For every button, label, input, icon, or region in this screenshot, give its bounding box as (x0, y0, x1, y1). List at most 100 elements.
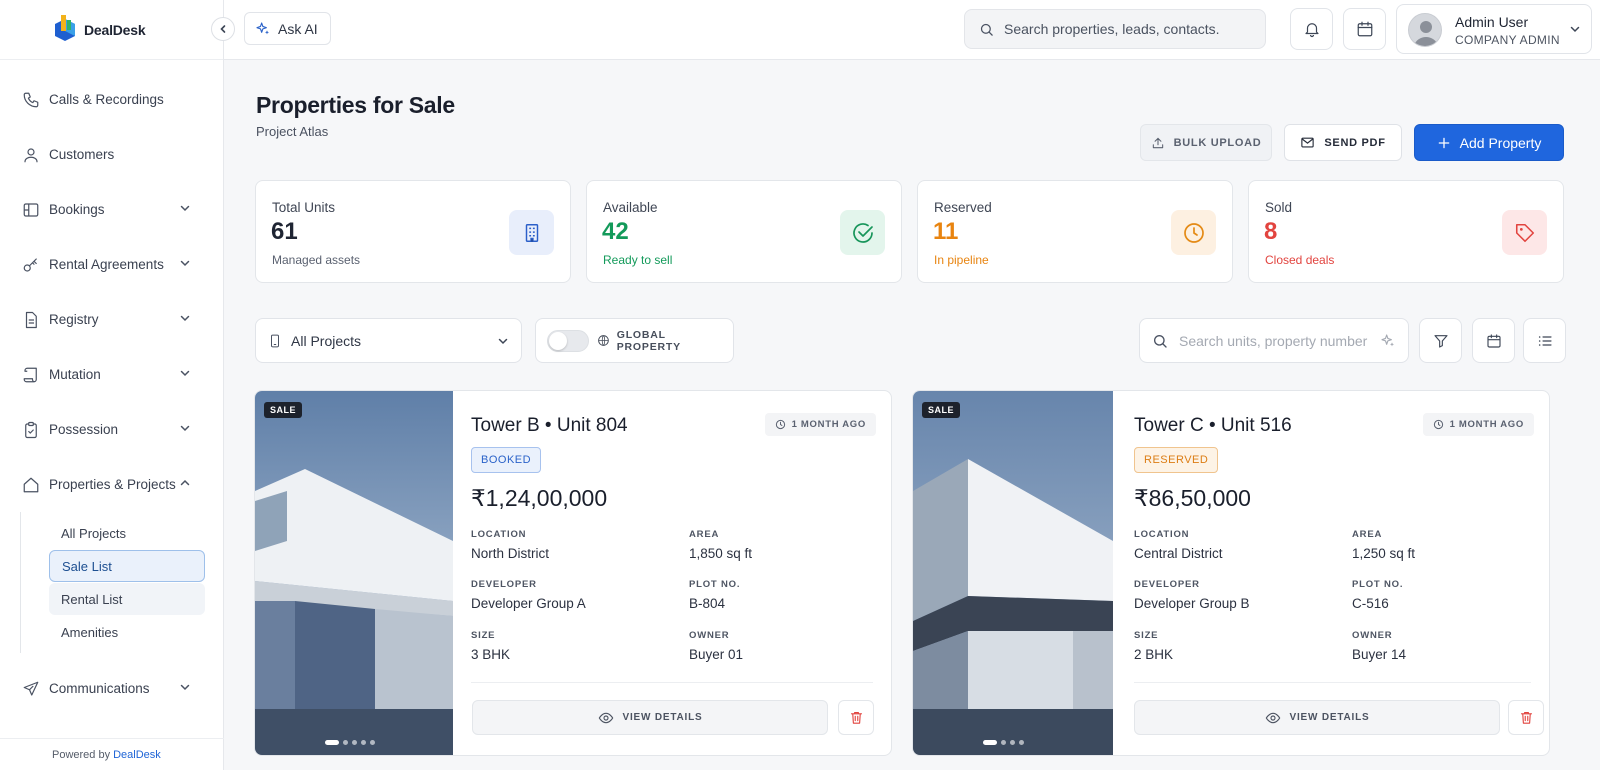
property-price: ₹1,24,00,000 (471, 485, 608, 511)
field-label: AREA (689, 529, 720, 540)
subnav-sale-list[interactable]: Sale List (49, 550, 205, 582)
list-view-button[interactable] (1523, 318, 1566, 363)
footer-brand-link[interactable]: DealDesk (113, 749, 161, 761)
property-image[interactable]: SALE (255, 391, 453, 755)
ask-ai-label: Ask AI (278, 20, 318, 37)
sidebar-item-label: Rental Agreements (49, 257, 164, 272)
properties-subnav: All Projects Sale List Rental List Ameni… (20, 512, 208, 653)
delete-button[interactable] (838, 700, 874, 735)
project-select[interactable]: All Projects (255, 318, 522, 363)
field-label: DEVELOPER (1134, 579, 1200, 590)
brand[interactable]: DealDesk (0, 0, 235, 60)
subnav-amenities[interactable]: Amenities (49, 616, 205, 648)
sidebar-item-registry[interactable]: Registry (0, 292, 223, 347)
stat-note: Managed assets (272, 253, 361, 267)
field-label: PLOT NO. (689, 579, 741, 590)
image-carousel-dots[interactable] (983, 740, 1028, 745)
time-badge: 1 MONTH AGO (1422, 413, 1534, 436)
clipboard-check-icon (25, 421, 37, 438)
global-property-toggle[interactable]: GLOBAL PROPERTY (535, 318, 734, 363)
sidebar-item-communications[interactable]: Communications (0, 661, 223, 716)
key-icon (23, 257, 37, 272)
property-card[interactable]: SALE Tower B • Unit 804 1 MONTH AGO BOOK… (254, 390, 892, 756)
time-text: 1 MONTH AGO (1449, 419, 1524, 430)
unit-search[interactable] (1139, 318, 1409, 363)
sidebar-item-possession[interactable]: Possession (0, 402, 223, 457)
date-filter-button[interactable] (1472, 318, 1515, 363)
stat-label: Available (603, 200, 658, 215)
sidebar-item-bookings[interactable]: Bookings (0, 182, 223, 237)
chevron-down-icon (180, 315, 190, 322)
field-value: Central District (1134, 546, 1223, 561)
filter-button[interactable] (1419, 318, 1462, 363)
sidebar-item-calls[interactable]: Calls & Recordings (0, 72, 223, 127)
sidebar-item-label: Properties & Projects (49, 477, 176, 492)
stat-value: 42 (602, 218, 629, 245)
card-divider (1134, 682, 1531, 683)
bulk-upload-button[interactable]: BULK UPLOAD (1140, 124, 1272, 161)
sparkles-icon[interactable] (1380, 333, 1396, 349)
sidebar-footer: Powered by DealDesk (0, 738, 224, 770)
subnav-rental-list[interactable]: Rental List (49, 583, 205, 615)
stat-card-sold: Sold 8 Closed deals (1248, 180, 1564, 283)
eye-icon (1265, 712, 1280, 723)
stat-card-available: Available 42 Ready to sell (586, 180, 902, 283)
unit-search-input[interactable] (1179, 332, 1379, 349)
field-label: LOCATION (1134, 529, 1190, 540)
property-image[interactable]: SALE (913, 391, 1113, 755)
dealdesk-logo-icon (55, 15, 75, 41)
chevron-down-icon (1570, 26, 1580, 33)
add-property-button[interactable]: Add Property (1414, 124, 1564, 161)
property-title: Tower B • Unit 804 (471, 415, 628, 436)
global-property-label: GLOBAL PROPERTY (616, 328, 681, 353)
ask-ai-button[interactable]: Ask AI (244, 12, 331, 45)
search-icon (1154, 334, 1167, 348)
status-badge: RESERVED (1134, 447, 1219, 473)
field-value: Developer Group B (1134, 596, 1250, 611)
booking-icon (23, 202, 39, 217)
subnav-all-projects[interactable]: All Projects (49, 517, 205, 549)
user-icon (24, 147, 38, 162)
property-card[interactable]: SALE Tower C • Unit 516 1 MONTH AGO RESE… (912, 390, 1550, 756)
global-search[interactable] (964, 9, 1266, 49)
view-details-button[interactable]: VIEW DETAILS (472, 700, 828, 735)
sidebar-item-customers[interactable]: Customers (0, 127, 223, 182)
collapse-sidebar-button[interactable] (211, 17, 235, 41)
user-menu[interactable]: Admin User COMPANY ADMIN (1396, 4, 1592, 54)
image-carousel-dots[interactable] (325, 740, 379, 745)
view-details-button[interactable]: VIEW DETAILS (1134, 700, 1500, 735)
field-value: Buyer 14 (1352, 647, 1407, 662)
building-icon (525, 223, 538, 242)
sidebar-item-label: Communications (49, 681, 150, 696)
delete-button[interactable] (1508, 700, 1544, 735)
sidebar-item-label: Mutation (49, 367, 101, 382)
field-label: SIZE (471, 630, 496, 641)
brand-name: DealDesk (84, 21, 146, 38)
plus-icon (1438, 137, 1449, 148)
user-name: Admin User (1455, 14, 1529, 30)
calendar-icon (1357, 21, 1372, 37)
chevron-down-icon (180, 684, 190, 691)
chevron-down-icon (180, 260, 190, 267)
stat-icon-box (509, 210, 554, 255)
field-value: North District (471, 546, 550, 561)
sidebar-item-properties-projects[interactable]: Properties & Projects (0, 457, 223, 512)
stat-label: Reserved (934, 200, 992, 215)
add-property-label: Add Property (1459, 134, 1542, 151)
notifications-button[interactable] (1290, 8, 1333, 50)
property-price: ₹86,50,000 (1134, 485, 1251, 511)
send-icon (23, 681, 39, 696)
building-photo (913, 391, 1113, 755)
send-pdf-button[interactable]: SEND PDF (1284, 124, 1402, 161)
bulk-upload-label: BULK UPLOAD (1173, 136, 1262, 149)
bell-icon (1304, 23, 1319, 38)
avatar-person-icon (1414, 21, 1438, 46)
calendar-button[interactable] (1343, 8, 1386, 50)
clock-icon (1183, 222, 1204, 243)
upload-icon (1152, 137, 1163, 148)
sidebar-item-mutation[interactable]: Mutation (0, 347, 223, 402)
sidebar-item-rental-agreements[interactable]: Rental Agreements (0, 237, 223, 292)
toggle-switch[interactable] (547, 329, 589, 352)
global-search-input[interactable] (1004, 21, 1254, 37)
field-label: LOCATION (471, 529, 527, 540)
